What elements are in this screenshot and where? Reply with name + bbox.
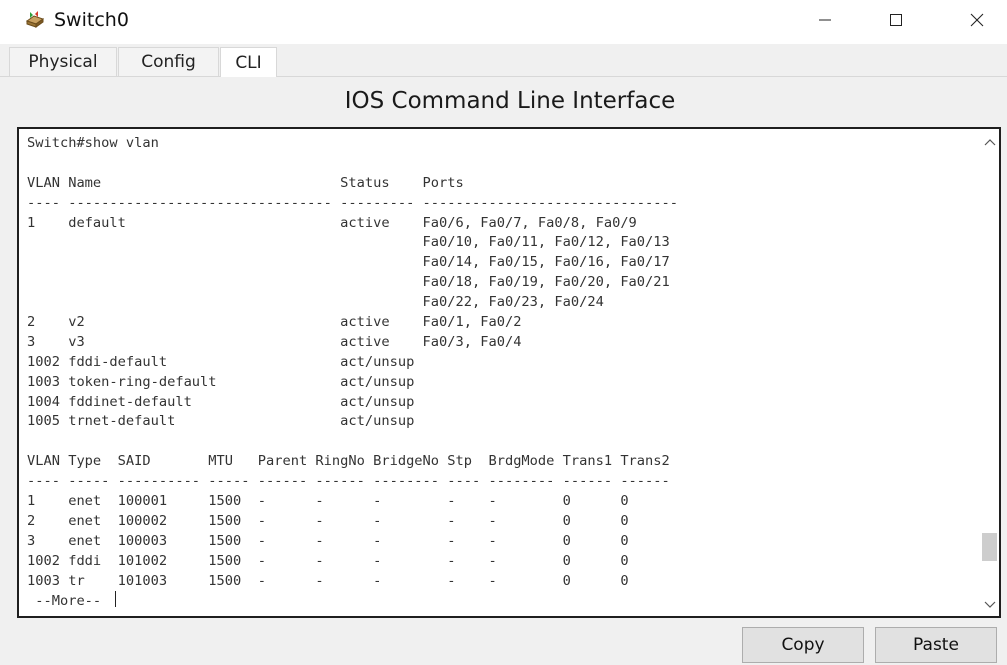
terminal-line: 1003 token-ring-default act/unsup (27, 373, 415, 390)
terminal-line: 1002 fddi-default act/unsup (27, 353, 415, 370)
close-button[interactable] (954, 0, 1000, 40)
terminal-line: Switch#show vlan (27, 135, 159, 151)
text-cursor (115, 591, 117, 608)
switch-window: Switch0 Physical Config CLI IOS Command … (0, 0, 1007, 665)
terminal-line: VLAN Type SAID MTU Parent RingNo BridgeN… (27, 453, 670, 470)
minimize-button[interactable] (802, 0, 848, 40)
terminal-line: 3 v3 active Fa0/3, Fa0/4 (27, 333, 522, 350)
terminal-line: ---- -------------------------------- --… (27, 194, 679, 211)
copy-button[interactable]: Copy (742, 627, 864, 663)
maximize-button[interactable] (873, 0, 919, 40)
terminal-line: 3 enet 100003 1500 - - - - - 0 0 (27, 532, 629, 549)
terminal-line: 1 enet 100001 1500 - - - - - 0 0 (27, 493, 629, 510)
terminal-line: 1003 tr 101003 1500 - - - - - 0 0 (27, 572, 629, 589)
tab-physical[interactable]: Physical (9, 47, 117, 76)
scroll-down-button[interactable] (980, 594, 999, 616)
tab-config[interactable]: Config (118, 47, 219, 76)
terminal-line: 2 v2 active Fa0/1, Fa0/2 (27, 314, 522, 331)
terminal-line: 2 enet 100002 1500 - - - - - 0 0 (27, 512, 629, 529)
more-prompt: --More-- (27, 591, 678, 611)
more-prompt-text: --More-- (27, 593, 110, 610)
window-title: Switch0 (54, 9, 129, 31)
terminal-line: Fa0/22, Fa0/23, Fa0/24 (27, 294, 604, 311)
terminal-line: 1002 fddi 101002 1500 - - - - - 0 0 (27, 552, 629, 569)
terminal-line: 1 default active Fa0/6, Fa0/7, Fa0/8, Fa… (27, 214, 637, 231)
paste-button[interactable]: Paste (875, 627, 997, 663)
terminal-line: ---- ----- ---------- ----- ------ -----… (27, 473, 670, 490)
title-bar[interactable]: Switch0 (0, 0, 1007, 44)
terminal-line: VLAN Name Status Ports (27, 174, 464, 191)
scroll-up-button[interactable] (980, 131, 999, 153)
page-title: IOS Command Line Interface (344, 88, 676, 114)
terminal-scrollbar[interactable] (980, 129, 999, 616)
switch-device-icon (24, 9, 46, 31)
close-icon (970, 13, 984, 27)
terminal-line: Fa0/18, Fa0/19, Fa0/20, Fa0/21 (27, 274, 670, 291)
terminal-output[interactable]: Switch#show vlan VLAN Name Status Ports --… (27, 134, 678, 611)
terminal-line: 1005 trnet-default act/unsup (27, 413, 415, 430)
scroll-thumb[interactable] (982, 533, 997, 561)
scroll-track[interactable] (980, 153, 999, 594)
terminal-line: Fa0/10, Fa0/11, Fa0/12, Fa0/13 (27, 234, 670, 251)
tab-cli[interactable]: CLI (220, 47, 277, 77)
minimize-icon (819, 19, 831, 21)
terminal-line: Fa0/14, Fa0/15, Fa0/16, Fa0/17 (27, 254, 670, 271)
terminal-line: 1004 fddinet-default act/unsup (27, 393, 415, 410)
maximize-icon (890, 14, 902, 26)
chevron-up-icon (984, 139, 995, 146)
cli-terminal[interactable]: Switch#show vlan VLAN Name Status Ports --… (17, 127, 1001, 618)
chevron-down-icon (984, 601, 995, 608)
